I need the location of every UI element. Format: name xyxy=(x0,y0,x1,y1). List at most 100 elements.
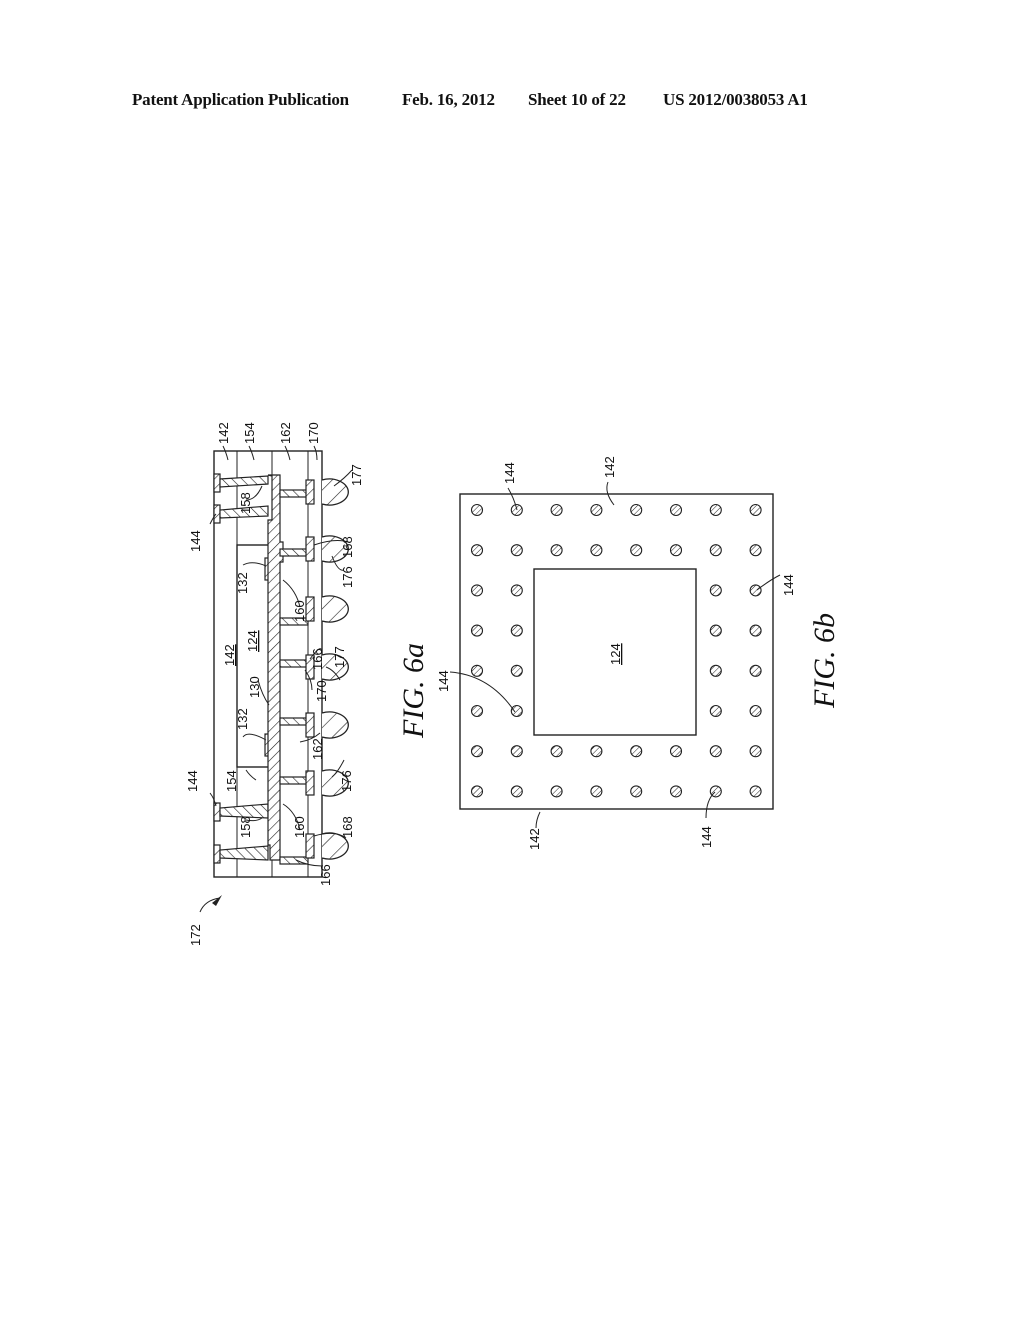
bump-176 xyxy=(321,711,349,739)
conductive-via-144 xyxy=(749,785,762,798)
label-132-b: 132 xyxy=(235,708,250,730)
conductive-layer-166 xyxy=(279,776,309,785)
label-144-left: 144 xyxy=(436,670,451,692)
conductive-via-144 xyxy=(669,544,683,557)
conductive-via-144 xyxy=(470,745,484,758)
label-176-b: 176 xyxy=(339,770,354,792)
conductive-layer-166 xyxy=(279,489,309,498)
via-158 xyxy=(219,475,269,488)
conductive-via-144 xyxy=(550,544,563,557)
conductive-via-144 xyxy=(630,745,643,758)
conductive-via-144 xyxy=(669,503,683,517)
conductive-via-144 xyxy=(213,844,221,864)
conductive-via-144 xyxy=(749,745,762,758)
conductive-via-144 xyxy=(749,664,762,677)
conductive-via-144 xyxy=(749,584,762,597)
label-144-bottom: 144 xyxy=(699,826,714,848)
conductive-via-144 xyxy=(510,664,523,677)
label-170-b: 170 xyxy=(314,680,329,702)
conductive-via-144 xyxy=(709,503,722,517)
conductive-via-144 xyxy=(213,504,221,524)
ubm-168 xyxy=(305,596,315,622)
conductive-via-144 xyxy=(709,584,722,597)
conductive-via-144 xyxy=(749,544,762,557)
conductive-via-144 xyxy=(470,664,484,677)
conductive-via-144 xyxy=(709,704,722,718)
label-142-mid: 142 xyxy=(222,644,237,666)
conductive-via-144 xyxy=(510,624,523,637)
label-142-top: 142 xyxy=(602,456,617,478)
fig-6b: 144 142 144 124 144 142 144 FIG. 6b xyxy=(436,456,841,850)
label-154-b: 154 xyxy=(224,770,239,792)
ubm-168 xyxy=(305,770,315,796)
conductive-via-144 xyxy=(749,503,762,517)
label-172: 172 xyxy=(188,924,203,946)
conductive-via-144 xyxy=(709,624,722,637)
ubm-168 xyxy=(305,536,315,562)
conductive-via-144 xyxy=(709,745,722,758)
bump-176 xyxy=(321,478,349,506)
label-130: 130 xyxy=(247,676,262,698)
conductive-via-144 xyxy=(590,503,603,517)
conductive-via-144 xyxy=(470,704,484,718)
conductive-via-144 xyxy=(550,503,563,517)
label-144: 144 xyxy=(188,530,203,552)
label-162: 162 xyxy=(278,422,293,444)
conductive-via-144 xyxy=(510,704,523,718)
conductive-via-144 xyxy=(550,745,563,758)
ubm-168 xyxy=(305,833,315,859)
bump-176 xyxy=(321,595,349,623)
conductive-via-144 xyxy=(630,503,643,517)
label-158-b: 158 xyxy=(238,816,253,838)
conductive-via-144 xyxy=(510,544,523,557)
label-144-b: 144 xyxy=(185,770,200,792)
conductive-via-144 xyxy=(510,745,523,758)
conductive-via-144 xyxy=(590,544,603,557)
conductive-via-144 xyxy=(590,745,603,758)
conductive-via-144 xyxy=(709,544,722,557)
label-166: 166 xyxy=(310,648,325,670)
label-154: 154 xyxy=(242,422,257,444)
figure-caption-6b: FIG. 6b xyxy=(808,613,841,709)
conductive-via-144 xyxy=(470,503,484,517)
label-166-b: 166 xyxy=(318,864,333,886)
drawing-sheet: 142 154 162 170 177 158 144 168 176 132 … xyxy=(185,422,841,946)
conductive-via-144 xyxy=(470,785,484,798)
label-176: 176 xyxy=(340,566,355,588)
ubm-168 xyxy=(305,479,315,505)
conductive-via-144 xyxy=(213,802,221,822)
conductive-layer-166 xyxy=(279,659,309,668)
label-170: 170 xyxy=(306,422,321,444)
label-158: 158 xyxy=(238,492,253,514)
conductive-via-144 xyxy=(590,785,603,798)
label-160: 160 xyxy=(292,600,307,622)
conductive-layer-166 xyxy=(279,717,309,726)
fig-6a: 142 154 162 170 177 158 144 168 176 132 … xyxy=(185,422,430,946)
ubm-168 xyxy=(305,712,315,738)
label-168: 168 xyxy=(340,536,355,558)
conductive-via-144 xyxy=(749,704,762,718)
via-158 xyxy=(219,845,269,861)
conductive-via-144 xyxy=(630,544,643,557)
figure-caption-6a: FIG. 6a xyxy=(397,643,430,739)
label-142: 142 xyxy=(216,422,231,444)
label-144-right: 144 xyxy=(781,574,796,596)
conductive-via-144 xyxy=(709,664,722,677)
conductive-via-144 xyxy=(669,745,683,758)
label-124: 124 xyxy=(608,643,623,665)
label-142-bottom: 142 xyxy=(527,828,542,850)
conductive-via-144 xyxy=(550,785,563,798)
label-177-b: 177 xyxy=(332,646,347,668)
conductive-via-144 xyxy=(470,584,484,597)
label-132: 132 xyxy=(235,572,250,594)
label-124: 124 xyxy=(245,630,260,652)
via-158 xyxy=(219,803,269,819)
conductive-layer-166 xyxy=(279,548,309,557)
conductive-via-144 xyxy=(749,624,762,637)
conductive-via-144 xyxy=(510,785,523,798)
conductive-via-144 xyxy=(669,785,683,798)
label-177: 177 xyxy=(349,464,364,486)
label-144-top: 144 xyxy=(502,462,517,484)
conductive-via-144 xyxy=(213,473,221,493)
label-168-b: 168 xyxy=(340,816,355,838)
